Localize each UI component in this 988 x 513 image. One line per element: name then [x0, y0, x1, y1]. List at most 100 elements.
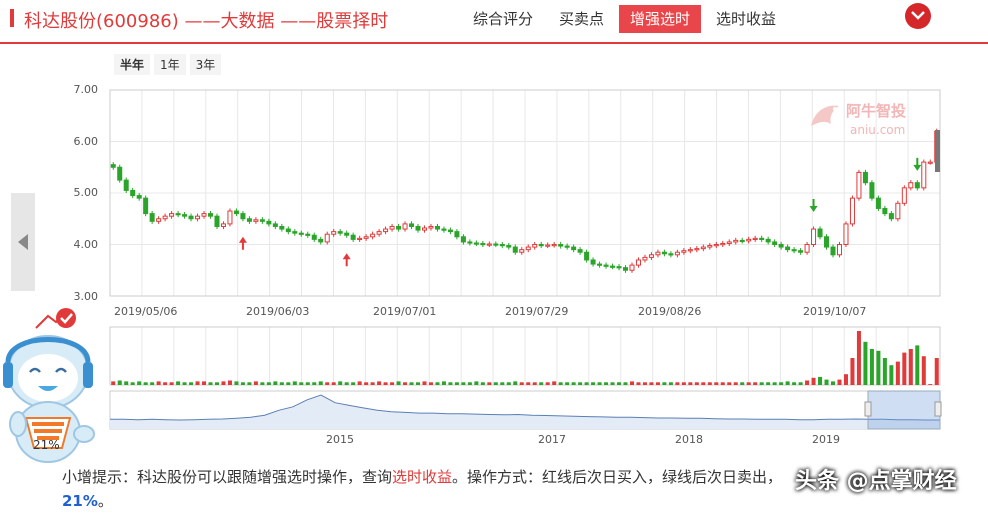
buy-signal-arrow: [238, 236, 247, 250]
volume-bar: [214, 382, 220, 385]
candle-body: [836, 244, 843, 256]
volume-bar: [156, 381, 161, 385]
candle-body: [233, 210, 239, 215]
volume-bar: [539, 382, 544, 385]
candle-body: [279, 225, 285, 230]
volume-bar: [480, 382, 485, 385]
volume-bar: [234, 381, 239, 385]
candle-body: [149, 213, 155, 222]
volume-bar: [377, 381, 382, 385]
candle-body: [811, 228, 817, 246]
kline-chart[interactable]: [0, 0, 988, 440]
volume-bar: [720, 382, 725, 385]
volume-bar: [707, 382, 712, 385]
candle-body: [175, 213, 181, 216]
sell-signal-arrow: [913, 157, 922, 171]
candle-body: [700, 246, 706, 250]
volume-bar: [513, 381, 518, 385]
volume-bar: [208, 382, 213, 385]
candle-body: [908, 182, 914, 189]
volume-bar: [863, 341, 868, 385]
volume-bar: [655, 382, 660, 385]
volume-bar: [740, 382, 745, 385]
timing-returns-link[interactable]: 选时收益: [392, 468, 452, 486]
volume-bar: [662, 382, 667, 385]
volume-bar: [688, 382, 693, 385]
candle-body: [584, 251, 590, 261]
candle-body: [454, 231, 460, 238]
candle-body: [888, 213, 894, 220]
volume-bar: [856, 331, 861, 385]
volume-bar: [500, 382, 505, 385]
candle-body: [499, 244, 505, 247]
volume-bar: [850, 358, 855, 385]
volume-bar: [565, 382, 570, 385]
volume-bar: [260, 382, 265, 385]
price-scroll-handle: [935, 130, 940, 172]
volume-bar: [545, 382, 550, 385]
candle-body: [467, 241, 473, 244]
candle-body: [344, 232, 350, 236]
candle-body: [259, 219, 265, 222]
volume-bar: [266, 382, 271, 385]
volume-bar: [487, 382, 492, 385]
candle-body: [143, 197, 149, 215]
candle-body: [759, 237, 765, 241]
volume-bar: [895, 361, 900, 385]
volume-bar: [610, 382, 615, 385]
volume-bar: [759, 382, 764, 385]
volume-bar: [882, 358, 887, 385]
candle-body: [460, 236, 466, 243]
volume-bar: [714, 382, 719, 385]
candle-body: [136, 195, 142, 199]
tip-middle: 。操作方式：红线后次日买入，绿线后次日卖: [452, 468, 753, 486]
volume-bar: [766, 382, 771, 385]
candle-body: [532, 244, 538, 248]
candle-body: [480, 242, 486, 246]
volume-bar: [364, 382, 369, 385]
candle-body: [389, 225, 395, 230]
volume-bar: [396, 381, 401, 385]
candle-body: [538, 244, 544, 247]
volume-bar: [623, 382, 628, 385]
candle-body: [214, 215, 220, 227]
candle-body: [493, 243, 499, 246]
candle-body: [622, 267, 629, 271]
candle-body: [370, 233, 376, 238]
candle-body: [739, 239, 745, 243]
volume-bar: [636, 382, 641, 385]
volume-bar: [597, 382, 602, 385]
overview-left-handle: [864, 401, 872, 417]
overview-right-handle: [934, 401, 942, 417]
overview-year-label: 2019: [812, 433, 840, 446]
volume-bar: [448, 382, 453, 385]
volume-bar: [532, 382, 537, 385]
volume-bar: [830, 381, 836, 385]
volume-bar: [383, 382, 388, 385]
volume-bar: [779, 382, 784, 385]
sell-signal-arrow: [809, 199, 818, 213]
volume-bar: [189, 382, 194, 385]
tip-prefix: 小增提示：科达股份可以跟随增强选时操作，查询: [62, 468, 393, 486]
volume-bar: [675, 382, 680, 385]
volume-bar: [681, 382, 686, 385]
volume-bar: [629, 381, 635, 385]
candle-body: [441, 228, 447, 231]
overview-window: [867, 390, 941, 430]
candle-body: [681, 250, 687, 253]
volume-bar: [934, 358, 939, 385]
volume-bar: [668, 382, 673, 385]
candle-body: [396, 225, 402, 230]
candle-body: [272, 223, 278, 227]
volume-bar: [286, 382, 291, 385]
candle-body: [862, 171, 868, 184]
candle-body: [130, 189, 136, 197]
candle-body: [668, 253, 674, 256]
volume-bar: [422, 381, 427, 385]
candle-body: [778, 244, 784, 248]
volume-bar: [202, 381, 207, 385]
candle-body: [285, 228, 291, 233]
volume-bar: [124, 381, 129, 385]
tip-tail: 出，: [752, 468, 783, 486]
volume-bar: [325, 382, 330, 385]
